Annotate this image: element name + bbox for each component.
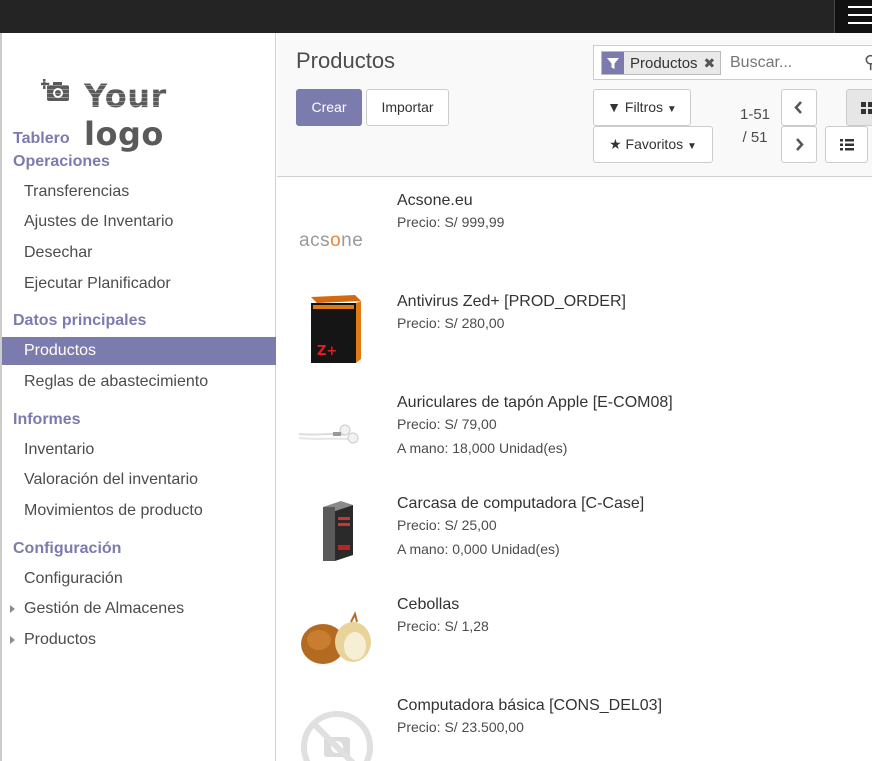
caret-down-icon: ▼ — [666, 104, 677, 115]
menu-item-productos[interactable]: Productos — [2, 337, 276, 365]
menu-item-configuracion[interactable]: Configuración — [2, 565, 276, 593]
pager-total: / 51 — [742, 129, 768, 146]
import-button[interactable]: Importar — [366, 89, 449, 126]
menu-section-datos-principales[interactable]: Datos principales — [13, 312, 146, 330]
hamburger-menu-button[interactable] — [834, 0, 872, 33]
kanban-grid-icon — [861, 102, 872, 114]
caret-right-icon — [10, 636, 15, 644]
filters-dropdown[interactable]: ▼ Filtros ▼ — [593, 89, 691, 126]
kanban-record[interactable]: Z+ Antivirus Zed+ [PROD_ORDER] Precio: S… — [277, 279, 872, 381]
product-name: Carcasa de computadora [C-Case] — [397, 495, 645, 512]
search-facet: Productos ✖ — [601, 51, 722, 75]
product-price: Precio: S/ 23.500,00 — [397, 719, 524, 735]
filters-label: Filtros — [624, 99, 664, 115]
menu-item-movimientos-producto[interactable]: Movimientos de producto — [2, 497, 276, 525]
onions-image — [301, 611, 371, 664]
menu-section-configuracion[interactable]: Configuración — [13, 540, 121, 558]
list-view-button[interactable] — [825, 126, 868, 163]
product-price: Precio: S/ 25,00 — [397, 517, 497, 533]
remove-facet-icon[interactable]: ✖ — [704, 55, 721, 72]
menu-section-operaciones[interactable]: Operaciones — [13, 153, 110, 171]
menu-item-transferencias[interactable]: Transferencias — [2, 178, 276, 206]
product-price: Precio: S/ 999,99 — [397, 214, 505, 230]
pager-range[interactable]: 1-51 — [737, 103, 773, 126]
menu-item-label: Productos — [24, 631, 97, 648]
product-price: Precio: S/ 1,28 — [397, 618, 489, 634]
control-panel: Productos Crear Importar Productos ✖ ⚲ ▼… — [277, 33, 872, 177]
list-icon — [840, 139, 854, 151]
svg-text:acsone: acsone — [299, 230, 363, 251]
kanban-record[interactable]: Computadora básica [CONS_DEL03] Precio: … — [277, 683, 872, 761]
create-button[interactable]: Crear — [296, 89, 362, 126]
menu-item-label: Gestión de Almacenes — [24, 600, 185, 617]
hamburger-line — [848, 6, 872, 8]
page-title: Productos — [296, 48, 396, 73]
menu-item-ajustes-inventario[interactable]: Ajustes de Inventario — [2, 208, 276, 236]
menu-section-informes[interactable]: Informes — [13, 411, 81, 429]
chevron-right-icon — [796, 138, 804, 151]
star-icon: ★ — [609, 136, 622, 152]
menu-section-tablero[interactable]: Tablero — [13, 130, 70, 148]
search-icon[interactable]: ⚲ — [864, 52, 872, 73]
company-logo: Your logo — [26, 49, 252, 153]
pc-case-image — [323, 501, 353, 561]
no-image-placeholder-icon — [301, 711, 373, 761]
chevron-left-icon — [794, 101, 802, 114]
pager-next-button[interactable] — [781, 126, 817, 163]
menu-item-productos-config[interactable]: Productos — [2, 626, 276, 654]
kanban-record[interactable]: Cebollas Precio: S/ 1,28 — [277, 582, 872, 684]
filter-icon — [602, 52, 624, 74]
caret-down-icon: ▼ — [687, 141, 697, 152]
favorites-label: Favoritos — [625, 136, 684, 152]
menu-item-inventario[interactable]: Inventario — [2, 436, 276, 464]
menu-item-valoracion-inventario[interactable]: Valoración del inventario — [2, 466, 276, 494]
search-input[interactable] — [730, 54, 850, 72]
sidebar: Your logo Tablero Operaciones Transferen… — [0, 33, 276, 761]
kanban-view-button[interactable] — [846, 89, 872, 126]
kanban-record[interactable]: acsone Acsone.eu Precio: S/ 999,99 — [277, 178, 872, 280]
facet-label: Productos — [630, 54, 698, 72]
product-stock: A mano: 18,000 Unidad(es) — [397, 440, 568, 456]
logo-overlay — [26, 49, 252, 113]
product-name: Acsone.eu — [397, 192, 473, 209]
menu-item-desechar[interactable]: Desechar — [2, 239, 276, 267]
pager-previous-button[interactable] — [781, 89, 817, 126]
earphones-image — [298, 424, 359, 444]
product-name: Computadora básica [CONS_DEL03] — [397, 697, 663, 714]
funnel-icon: ▼ — [607, 99, 622, 115]
product-name: Auriculares de tapón Apple [E-COM08] — [397, 394, 673, 411]
caret-right-icon — [10, 605, 15, 613]
hamburger-line — [848, 22, 872, 24]
svg-text:Z+: Z+ — [317, 344, 337, 359]
top-navbar — [0, 0, 872, 33]
product-price: Precio: S/ 280,00 — [397, 315, 505, 331]
product-name: Antivirus Zed+ [PROD_ORDER] — [397, 293, 626, 310]
product-name: Cebollas — [397, 596, 460, 613]
favorites-dropdown[interactable]: ★ Favoritos ▼ — [593, 126, 713, 163]
kanban-record[interactable]: Auriculares de tapón Apple [E-COM08] Pre… — [277, 380, 872, 482]
kanban-record[interactable]: Carcasa de computadora [C-Case] Precio: … — [277, 481, 872, 583]
menu-item-reglas-abastecimiento[interactable]: Reglas de abastecimiento — [2, 368, 276, 396]
product-price: Precio: S/ 79,00 — [397, 416, 497, 432]
menu-item-gestion-almacenes[interactable]: Gestión de Almacenes — [2, 595, 276, 623]
hamburger-line — [848, 14, 872, 16]
software-box-image: Z+ — [311, 295, 361, 363]
menu-item-ejecutar-planificador[interactable]: Ejecutar Planificador — [2, 270, 276, 298]
product-stock: A mano: 0,000 Unidad(es) — [397, 541, 560, 557]
acsone-logo-image: acsone — [299, 230, 363, 251]
search-box[interactable]: Productos ✖ ⚲ — [593, 45, 872, 80]
